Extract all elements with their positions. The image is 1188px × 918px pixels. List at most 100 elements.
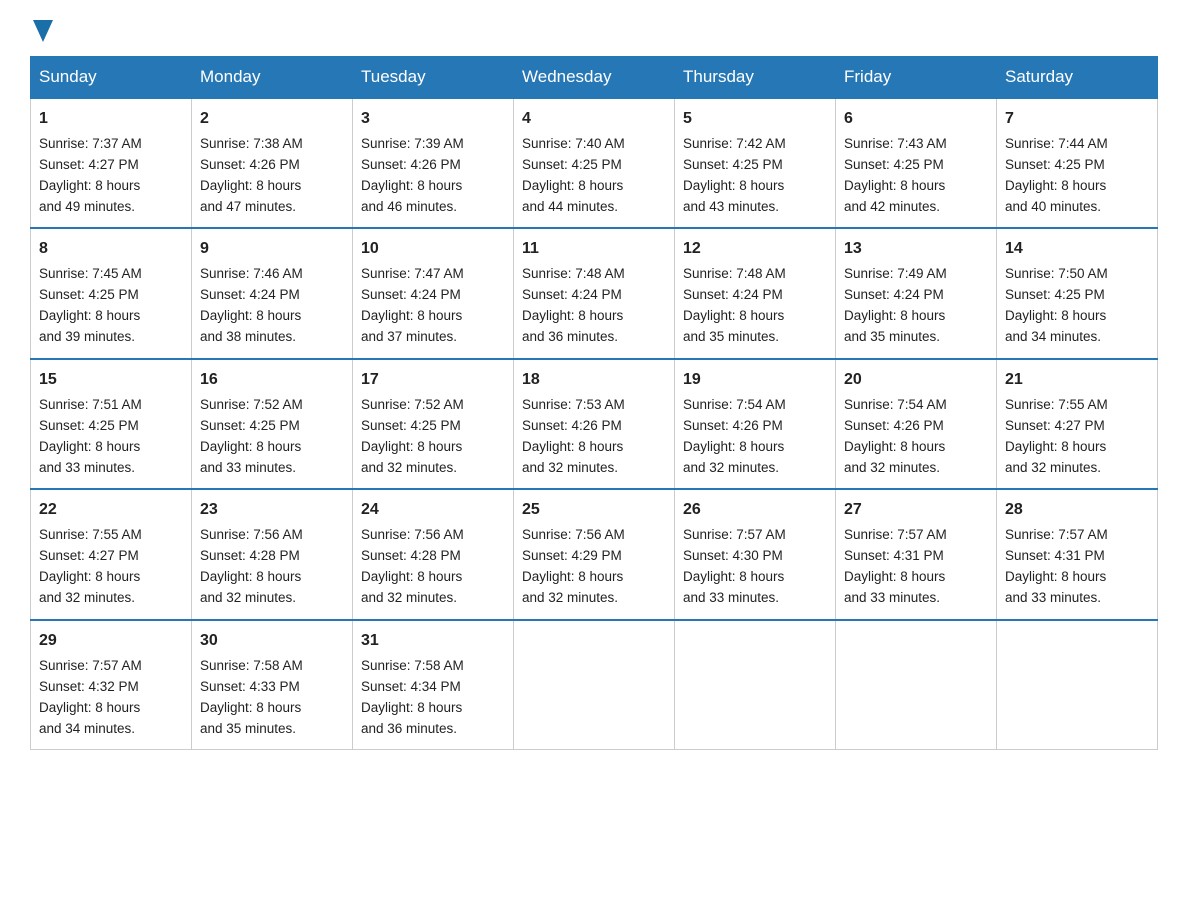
day-number: 27 bbox=[844, 498, 988, 523]
day-info: Sunrise: 7:48 AMSunset: 4:24 PMDaylight:… bbox=[683, 264, 827, 348]
calendar-cell: 11Sunrise: 7:48 AMSunset: 4:24 PMDayligh… bbox=[514, 228, 675, 358]
day-number: 31 bbox=[361, 629, 505, 654]
day-info: Sunrise: 7:58 AMSunset: 4:33 PMDaylight:… bbox=[200, 656, 344, 740]
day-info: Sunrise: 7:52 AMSunset: 4:25 PMDaylight:… bbox=[200, 395, 344, 479]
day-info: Sunrise: 7:55 AMSunset: 4:27 PMDaylight:… bbox=[39, 525, 183, 609]
column-header-friday: Friday bbox=[836, 57, 997, 99]
calendar-cell: 30Sunrise: 7:58 AMSunset: 4:33 PMDayligh… bbox=[192, 620, 353, 750]
calendar-cell: 22Sunrise: 7:55 AMSunset: 4:27 PMDayligh… bbox=[31, 489, 192, 619]
calendar-cell: 5Sunrise: 7:42 AMSunset: 4:25 PMDaylight… bbox=[675, 98, 836, 228]
calendar-cell: 10Sunrise: 7:47 AMSunset: 4:24 PMDayligh… bbox=[353, 228, 514, 358]
day-info: Sunrise: 7:57 AMSunset: 4:31 PMDaylight:… bbox=[844, 525, 988, 609]
day-info: Sunrise: 7:54 AMSunset: 4:26 PMDaylight:… bbox=[844, 395, 988, 479]
calendar-cell: 27Sunrise: 7:57 AMSunset: 4:31 PMDayligh… bbox=[836, 489, 997, 619]
day-number: 6 bbox=[844, 107, 988, 132]
calendar-cell: 21Sunrise: 7:55 AMSunset: 4:27 PMDayligh… bbox=[997, 359, 1158, 489]
day-info: Sunrise: 7:40 AMSunset: 4:25 PMDaylight:… bbox=[522, 134, 666, 218]
day-number: 24 bbox=[361, 498, 505, 523]
day-number: 22 bbox=[39, 498, 183, 523]
day-info: Sunrise: 7:48 AMSunset: 4:24 PMDaylight:… bbox=[522, 264, 666, 348]
calendar-cell: 4Sunrise: 7:40 AMSunset: 4:25 PMDaylight… bbox=[514, 98, 675, 228]
calendar-cell: 7Sunrise: 7:44 AMSunset: 4:25 PMDaylight… bbox=[997, 98, 1158, 228]
day-number: 2 bbox=[200, 107, 344, 132]
calendar-week-row: 8Sunrise: 7:45 AMSunset: 4:25 PMDaylight… bbox=[31, 228, 1158, 358]
day-number: 23 bbox=[200, 498, 344, 523]
calendar-week-row: 22Sunrise: 7:55 AMSunset: 4:27 PMDayligh… bbox=[31, 489, 1158, 619]
calendar-cell: 29Sunrise: 7:57 AMSunset: 4:32 PMDayligh… bbox=[31, 620, 192, 750]
calendar-week-row: 1Sunrise: 7:37 AMSunset: 4:27 PMDaylight… bbox=[31, 98, 1158, 228]
calendar-cell: 19Sunrise: 7:54 AMSunset: 4:26 PMDayligh… bbox=[675, 359, 836, 489]
day-number: 18 bbox=[522, 368, 666, 393]
day-info: Sunrise: 7:37 AMSunset: 4:27 PMDaylight:… bbox=[39, 134, 183, 218]
day-number: 11 bbox=[522, 237, 666, 262]
day-info: Sunrise: 7:54 AMSunset: 4:26 PMDaylight:… bbox=[683, 395, 827, 479]
calendar-cell: 24Sunrise: 7:56 AMSunset: 4:28 PMDayligh… bbox=[353, 489, 514, 619]
day-info: Sunrise: 7:45 AMSunset: 4:25 PMDaylight:… bbox=[39, 264, 183, 348]
day-info: Sunrise: 7:50 AMSunset: 4:25 PMDaylight:… bbox=[1005, 264, 1149, 348]
day-number: 8 bbox=[39, 237, 183, 262]
calendar-cell: 17Sunrise: 7:52 AMSunset: 4:25 PMDayligh… bbox=[353, 359, 514, 489]
day-info: Sunrise: 7:43 AMSunset: 4:25 PMDaylight:… bbox=[844, 134, 988, 218]
column-header-tuesday: Tuesday bbox=[353, 57, 514, 99]
calendar-cell bbox=[514, 620, 675, 750]
day-info: Sunrise: 7:53 AMSunset: 4:26 PMDaylight:… bbox=[522, 395, 666, 479]
day-number: 29 bbox=[39, 629, 183, 654]
day-info: Sunrise: 7:56 AMSunset: 4:29 PMDaylight:… bbox=[522, 525, 666, 609]
day-number: 26 bbox=[683, 498, 827, 523]
day-info: Sunrise: 7:55 AMSunset: 4:27 PMDaylight:… bbox=[1005, 395, 1149, 479]
day-number: 10 bbox=[361, 237, 505, 262]
calendar-cell bbox=[997, 620, 1158, 750]
day-info: Sunrise: 7:46 AMSunset: 4:24 PMDaylight:… bbox=[200, 264, 344, 348]
day-info: Sunrise: 7:52 AMSunset: 4:25 PMDaylight:… bbox=[361, 395, 505, 479]
day-info: Sunrise: 7:57 AMSunset: 4:31 PMDaylight:… bbox=[1005, 525, 1149, 609]
column-header-sunday: Sunday bbox=[31, 57, 192, 99]
calendar-cell: 2Sunrise: 7:38 AMSunset: 4:26 PMDaylight… bbox=[192, 98, 353, 228]
day-number: 5 bbox=[683, 107, 827, 132]
calendar-cell: 31Sunrise: 7:58 AMSunset: 4:34 PMDayligh… bbox=[353, 620, 514, 750]
day-number: 17 bbox=[361, 368, 505, 393]
calendar-cell: 3Sunrise: 7:39 AMSunset: 4:26 PMDaylight… bbox=[353, 98, 514, 228]
calendar-cell: 9Sunrise: 7:46 AMSunset: 4:24 PMDaylight… bbox=[192, 228, 353, 358]
day-number: 15 bbox=[39, 368, 183, 393]
calendar-cell: 28Sunrise: 7:57 AMSunset: 4:31 PMDayligh… bbox=[997, 489, 1158, 619]
calendar-cell: 18Sunrise: 7:53 AMSunset: 4:26 PMDayligh… bbox=[514, 359, 675, 489]
calendar-header-row: SundayMondayTuesdayWednesdayThursdayFrid… bbox=[31, 57, 1158, 99]
calendar-table: SundayMondayTuesdayWednesdayThursdayFrid… bbox=[30, 56, 1158, 750]
day-number: 14 bbox=[1005, 237, 1149, 262]
column-header-monday: Monday bbox=[192, 57, 353, 99]
day-number: 30 bbox=[200, 629, 344, 654]
calendar-cell: 16Sunrise: 7:52 AMSunset: 4:25 PMDayligh… bbox=[192, 359, 353, 489]
calendar-cell: 15Sunrise: 7:51 AMSunset: 4:25 PMDayligh… bbox=[31, 359, 192, 489]
calendar-cell: 23Sunrise: 7:56 AMSunset: 4:28 PMDayligh… bbox=[192, 489, 353, 619]
day-info: Sunrise: 7:44 AMSunset: 4:25 PMDaylight:… bbox=[1005, 134, 1149, 218]
day-number: 13 bbox=[844, 237, 988, 262]
day-info: Sunrise: 7:56 AMSunset: 4:28 PMDaylight:… bbox=[200, 525, 344, 609]
logo bbox=[30, 20, 53, 38]
calendar-cell bbox=[836, 620, 997, 750]
day-number: 12 bbox=[683, 237, 827, 262]
day-number: 25 bbox=[522, 498, 666, 523]
calendar-cell: 25Sunrise: 7:56 AMSunset: 4:29 PMDayligh… bbox=[514, 489, 675, 619]
calendar-cell: 13Sunrise: 7:49 AMSunset: 4:24 PMDayligh… bbox=[836, 228, 997, 358]
day-number: 7 bbox=[1005, 107, 1149, 132]
day-info: Sunrise: 7:39 AMSunset: 4:26 PMDaylight:… bbox=[361, 134, 505, 218]
calendar-cell: 8Sunrise: 7:45 AMSunset: 4:25 PMDaylight… bbox=[31, 228, 192, 358]
day-number: 21 bbox=[1005, 368, 1149, 393]
day-number: 28 bbox=[1005, 498, 1149, 523]
day-info: Sunrise: 7:57 AMSunset: 4:32 PMDaylight:… bbox=[39, 656, 183, 740]
day-info: Sunrise: 7:57 AMSunset: 4:30 PMDaylight:… bbox=[683, 525, 827, 609]
day-info: Sunrise: 7:42 AMSunset: 4:25 PMDaylight:… bbox=[683, 134, 827, 218]
day-info: Sunrise: 7:38 AMSunset: 4:26 PMDaylight:… bbox=[200, 134, 344, 218]
column-header-wednesday: Wednesday bbox=[514, 57, 675, 99]
day-info: Sunrise: 7:51 AMSunset: 4:25 PMDaylight:… bbox=[39, 395, 183, 479]
column-header-thursday: Thursday bbox=[675, 57, 836, 99]
day-info: Sunrise: 7:56 AMSunset: 4:28 PMDaylight:… bbox=[361, 525, 505, 609]
calendar-cell: 26Sunrise: 7:57 AMSunset: 4:30 PMDayligh… bbox=[675, 489, 836, 619]
calendar-cell: 1Sunrise: 7:37 AMSunset: 4:27 PMDaylight… bbox=[31, 98, 192, 228]
day-number: 9 bbox=[200, 237, 344, 262]
page-header bbox=[30, 20, 1158, 38]
calendar-cell: 6Sunrise: 7:43 AMSunset: 4:25 PMDaylight… bbox=[836, 98, 997, 228]
day-number: 20 bbox=[844, 368, 988, 393]
logo-triangle-icon bbox=[33, 20, 53, 42]
calendar-cell: 20Sunrise: 7:54 AMSunset: 4:26 PMDayligh… bbox=[836, 359, 997, 489]
